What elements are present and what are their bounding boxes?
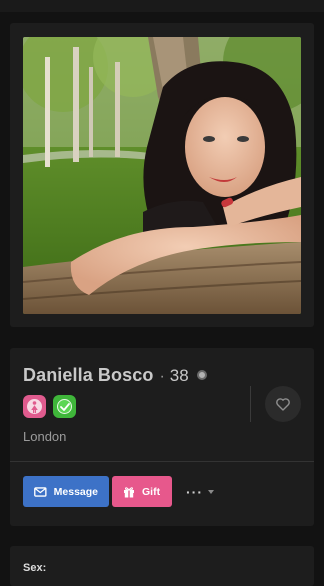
top-bar: [0, 0, 324, 12]
heart-icon: [276, 397, 290, 411]
message-button-label: Message: [53, 485, 98, 498]
more-options-label: ···: [186, 483, 203, 500]
female-badge: [23, 395, 46, 418]
horizontal-divider: [10, 461, 314, 462]
sex-label: Sex:: [23, 562, 47, 574]
gift-icon: [124, 486, 134, 497]
vertical-divider: [250, 386, 251, 422]
envelope-icon: [34, 486, 47, 497]
profile-photo[interactable]: [23, 37, 301, 314]
profile-city: London: [23, 429, 67, 444]
female-icon: [27, 399, 42, 414]
profile-age: 38: [169, 366, 189, 385]
chevron-down-icon: [208, 489, 214, 494]
profile-card: Daniella Bosco · 38 London Message Gift …: [10, 348, 314, 526]
gift-button-label: Gift: [142, 485, 161, 498]
message-button[interactable]: Message: [23, 476, 109, 507]
verified-check-icon: [57, 399, 72, 414]
like-button[interactable]: [265, 386, 301, 422]
details-card: Sex:: [10, 546, 314, 586]
online-status-dot: [196, 370, 207, 380]
gift-button[interactable]: Gift: [112, 476, 172, 507]
action-bar: Message Gift ···: [23, 476, 214, 507]
photo-card: [10, 23, 314, 327]
name-row: Daniella Bosco · 38: [23, 365, 207, 387]
more-options-button[interactable]: ···: [186, 484, 214, 500]
badges: [23, 395, 76, 418]
profile-name[interactable]: Daniella Bosco: [23, 365, 153, 386]
verified-badge: [53, 395, 76, 418]
profile-photo-image: [23, 37, 301, 314]
name-age-separator: ·: [159, 368, 165, 385]
